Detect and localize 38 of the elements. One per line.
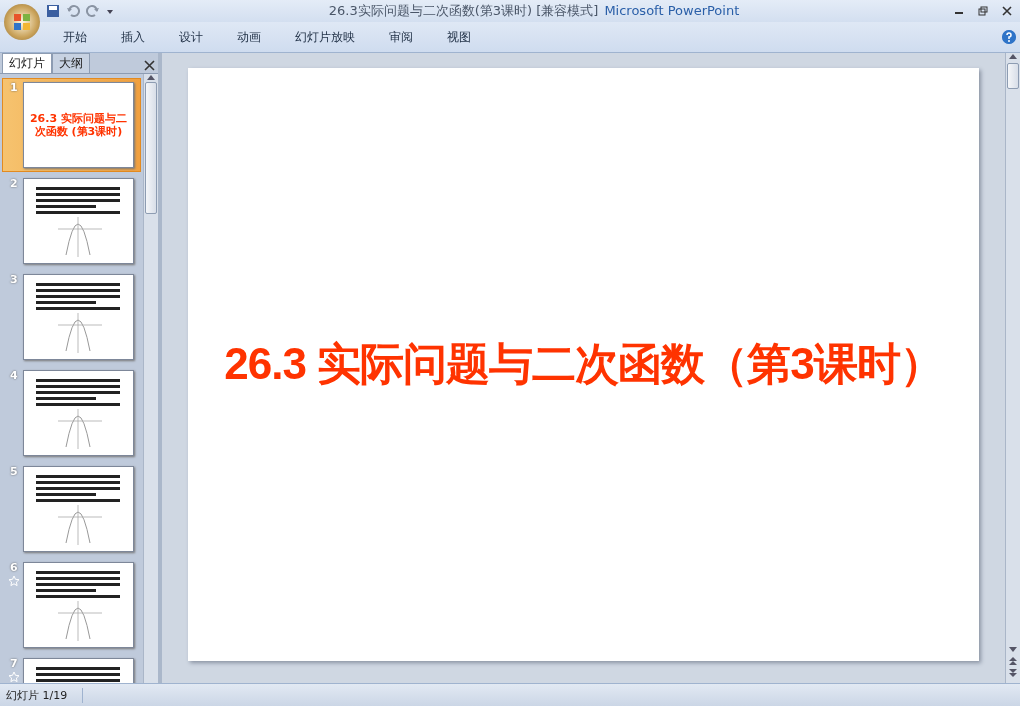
slide-number: 4 <box>10 370 18 382</box>
slide-thumbnail[interactable]: 1 26.3 实际问题与二次函数 (第3课时) <box>2 78 141 172</box>
scroll-thumb[interactable] <box>1007 63 1019 89</box>
scroll-down-icon[interactable] <box>1009 647 1017 653</box>
ribbon-tab[interactable]: 审阅 <box>372 25 430 49</box>
ribbon-tab[interactable]: 开始 <box>46 25 104 49</box>
slide-counter: 幻灯片 1/19 <box>0 687 83 703</box>
close-icon[interactable] <box>1002 6 1012 16</box>
save-icon[interactable] <box>46 4 60 18</box>
slide-title: 26.3 实际问题与二次函数（第3课时） <box>224 338 943 390</box>
help-icon[interactable] <box>1002 30 1016 44</box>
office-logo-icon <box>13 13 31 31</box>
slide-number: 1 <box>10 82 18 94</box>
panel-tab[interactable]: 幻灯片 <box>2 53 52 73</box>
close-icon[interactable] <box>144 60 155 71</box>
window-title: 26.3实际问题与二次函数(第3课时) [兼容模式] <box>328 3 599 18</box>
slide-number: 6 <box>10 562 18 574</box>
panel-tab[interactable]: 大纲 <box>52 53 90 73</box>
ribbon-tab[interactable]: 插入 <box>104 25 162 49</box>
scrollbar[interactable] <box>143 74 158 683</box>
thumbnail-title: 26.3 实际问题与二次函数 (第3课时) <box>28 112 128 138</box>
slide-number: 7 <box>10 658 18 670</box>
scrollbar[interactable] <box>1005 53 1020 683</box>
scroll-up-icon[interactable] <box>147 74 155 80</box>
slide-number: 5 <box>10 466 18 478</box>
ribbon-tab[interactable]: 视图 <box>430 25 488 49</box>
ribbon-tab[interactable]: 动画 <box>220 25 278 49</box>
ribbon-tab[interactable]: 幻灯片放映 <box>278 25 372 49</box>
previous-slide-icon[interactable] <box>1009 657 1017 665</box>
next-slide-icon[interactable] <box>1009 669 1017 677</box>
slide-number: 3 <box>10 274 18 286</box>
restore-icon[interactable] <box>978 6 988 16</box>
office-button[interactable] <box>4 4 40 40</box>
app-name: Microsoft PowerPoint <box>604 3 740 18</box>
scroll-thumb[interactable] <box>145 82 157 214</box>
ribbon-tab[interactable]: 设计 <box>162 25 220 49</box>
slide-number: 2 <box>10 178 18 190</box>
customize-caret-icon[interactable] <box>106 7 114 15</box>
